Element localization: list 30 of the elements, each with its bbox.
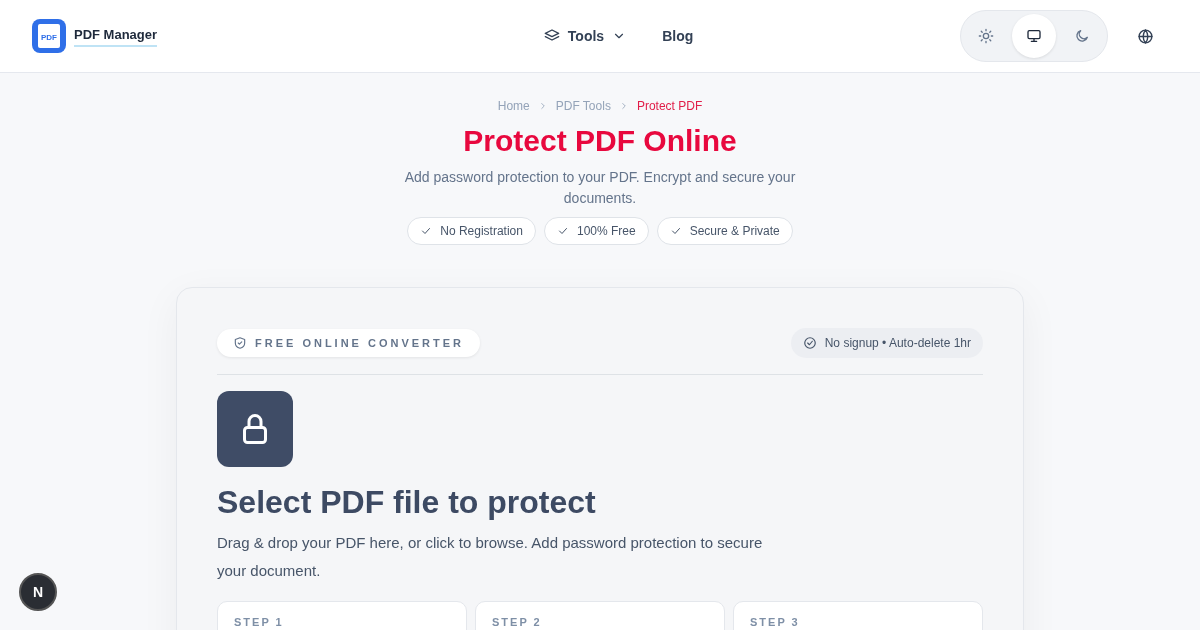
shield-icon [233,336,247,350]
monitor-icon [1026,28,1042,44]
step-label: STEP 1 [234,615,285,630]
check-icon [420,225,433,237]
breadcrumb-link[interactable]: Protect PDF [636,97,703,115]
nav-link[interactable]: Blog [656,24,700,48]
feature-tag: No Registration [407,217,536,245]
section-description: Drag & drop your PDF here, or click to browse. Add password protection to secure your document. [217,533,764,582]
section-heading: Select PDF file to protect [217,483,597,522]
check-icon [557,225,569,237]
page-subtitle: Add password protection to your PDF. Encrypt and secure your documents. [403,168,797,208]
feature-tag: 100% Free [544,217,649,245]
check-circle-icon [802,336,817,350]
info-badge: No signup • Auto-delete 1hr [790,328,983,358]
logo-text: PDF [41,34,57,42]
logo[interactable]: PDF [32,19,66,53]
check-icon [669,225,682,237]
step-label: STEP 2 [492,615,543,630]
converter-badge: FREE ONLINE CONVERTER [217,328,481,358]
dev-tools-button[interactable]: N [19,573,57,611]
page-title: Protect PDF Online [463,123,737,159]
feature-tag: Secure & Private [656,217,793,245]
step-label: STEP 3 [750,615,801,630]
moon-icon [1074,28,1090,44]
system-theme-button[interactable] [1012,14,1056,58]
layers-icon [543,28,560,44]
brand-name[interactable]: PDF Manager [74,25,158,47]
tools-menu[interactable]: Tools [537,24,633,48]
globe-icon [1137,27,1155,45]
sun-icon [978,28,994,44]
